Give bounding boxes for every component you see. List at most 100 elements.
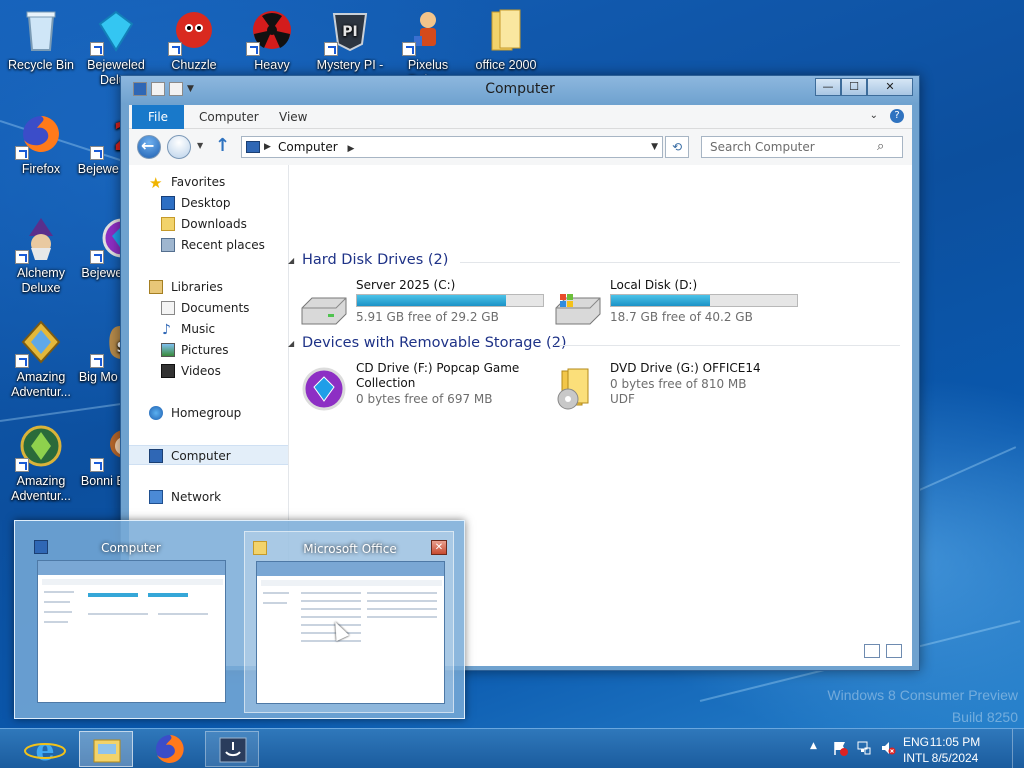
clock[interactable]: 11:05 PM 8/5/2024 xyxy=(920,734,990,766)
nav-downloads[interactable]: Downloads xyxy=(129,214,288,234)
tray-overflow-icon[interactable]: ▲ xyxy=(810,741,817,751)
close-button[interactable]: ✕ xyxy=(867,78,913,96)
volume-muted-icon[interactable] xyxy=(880,740,896,756)
nav-recent-places[interactable]: Recent places xyxy=(129,235,288,255)
ribbon-expand-icon[interactable]: ⌄ xyxy=(870,110,878,121)
group-header-removable[interactable]: Devices with Removable Storage (2) xyxy=(302,335,567,351)
group-collapse-icon[interactable]: ◢ xyxy=(288,339,294,348)
amazing-adventures-icon xyxy=(15,318,65,368)
large-icons-view-button[interactable] xyxy=(886,644,902,658)
videos-icon xyxy=(161,364,175,378)
amazing-adventures-2-icon xyxy=(15,422,65,472)
drive-g[interactable]: DVD Drive (G:) OFFICE14 0 bytes free of … xyxy=(554,361,804,421)
back-button[interactable] xyxy=(137,135,161,159)
taskbar: e ▲ ENG INTL 11:05 PM 8/5/2024 xyxy=(0,728,1024,768)
internet-explorer-icon: e xyxy=(24,733,66,768)
nav-network[interactable]: Network xyxy=(129,487,288,507)
drive-f[interactable]: CD Drive (F:) Popcap Game Collection 0 b… xyxy=(300,361,550,421)
drive-free-space: 5.91 GB free of 29.2 GB xyxy=(356,310,499,324)
address-bar[interactable]: ▶ Computer ▶ ▼ xyxy=(241,136,663,158)
desktop-icon-recycle-bin[interactable]: Recycle Bin xyxy=(0,0,82,92)
taskbar-file-explorer[interactable] xyxy=(79,731,133,767)
svg-text:PI: PI xyxy=(342,24,357,40)
thumbnail-close-button[interactable]: ✕ xyxy=(431,540,447,555)
taskbar-thumbnail-popup: Computer Microsoft Office ✕ xyxy=(14,520,465,719)
nav-desktop[interactable]: Desktop xyxy=(129,193,288,213)
nav-pictures[interactable]: Pictures xyxy=(129,340,288,360)
breadcrumb-computer[interactable]: Computer xyxy=(278,140,338,154)
build-watermark: Windows 8 Consumer Preview Build 8250 xyxy=(827,687,1018,725)
group-collapse-icon[interactable]: ◢ xyxy=(288,256,294,265)
desktop-icon-amazing-adventures[interactable]: Amazing Adventur... xyxy=(0,312,82,404)
search-icon: ⌕ xyxy=(877,139,885,154)
search-input[interactable]: Search Computer xyxy=(701,136,903,158)
nav-videos[interactable]: Videos xyxy=(129,361,288,381)
ribbon-tabs: File Computer View ⌄ ? xyxy=(129,105,912,129)
taskbar-firefox[interactable] xyxy=(143,731,197,767)
desktop-icon xyxy=(161,196,175,210)
drive-free-space: 18.7 GB free of 40.2 GB xyxy=(610,310,753,324)
libraries-icon xyxy=(149,280,163,294)
chuzzle-icon xyxy=(168,6,218,56)
heavy-weapon-icon xyxy=(246,6,296,56)
desktop-icon-amazing-adventures-2[interactable]: Amazing Adventur... xyxy=(0,416,82,508)
refresh-button[interactable]: ⟲ xyxy=(665,136,689,158)
up-arrow-icon[interactable]: ↑ xyxy=(215,135,230,156)
homegroup-icon xyxy=(149,406,163,420)
drive-filesystem: UDF xyxy=(610,392,635,406)
recent-pages-dropdown-icon[interactable]: ▼ xyxy=(197,141,203,150)
star-icon: ★ xyxy=(149,174,163,192)
window-preview xyxy=(256,561,445,704)
drive-name: DVD Drive (G:) OFFICE14 xyxy=(610,361,761,375)
breadcrumb-separator-icon[interactable]: ▶ xyxy=(264,137,271,157)
tab-view[interactable]: View xyxy=(279,105,307,129)
maximize-button[interactable]: ☐ xyxy=(841,78,867,96)
action-center-flag-icon[interactable] xyxy=(832,740,848,756)
pixelus-icon xyxy=(402,6,452,56)
desktop-icon-alchemy[interactable]: Alchemy Deluxe xyxy=(0,208,82,300)
nav-homegroup[interactable]: Homegroup xyxy=(129,403,288,423)
windows-drive-icon xyxy=(554,284,602,328)
refresh-icon: ⟲ xyxy=(671,140,683,154)
nav-libraries[interactable]: Libraries xyxy=(129,277,288,297)
help-icon[interactable]: ? xyxy=(890,109,904,123)
computer-icon xyxy=(149,449,163,463)
show-desktop-button[interactable] xyxy=(1012,729,1024,768)
recent-places-icon xyxy=(161,238,175,252)
network-tray-icon[interactable] xyxy=(856,740,872,756)
nav-music[interactable]: ♪ Music xyxy=(129,319,288,339)
title-bar[interactable]: ▼ Computer — ☐ ✕ xyxy=(121,76,919,104)
group-header-hard-disks[interactable]: Hard Disk Drives (2) xyxy=(302,252,448,268)
firefox-icon xyxy=(15,110,65,160)
tab-computer[interactable]: Computer xyxy=(199,105,259,129)
usage-bar xyxy=(610,294,798,307)
thumbnail-title: Microsoft Office xyxy=(303,542,397,556)
drive-c[interactable]: Server 2025 (C:) 5.91 GB free of 29.2 GB xyxy=(300,278,550,334)
drive-d[interactable]: Local Disk (D:) 18.7 GB free of 40.2 GB xyxy=(554,278,804,334)
drive-name: Local Disk (D:) xyxy=(610,278,698,292)
tab-file[interactable]: File xyxy=(132,105,184,129)
forward-button[interactable] xyxy=(167,135,191,159)
thumbnail-computer[interactable]: Computer xyxy=(26,531,236,713)
address-dropdown-icon[interactable]: ▼ xyxy=(651,137,658,157)
nav-documents[interactable]: Documents xyxy=(129,298,288,318)
downloads-icon xyxy=(161,217,175,231)
thumbnail-microsoft-office[interactable]: Microsoft Office ✕ xyxy=(244,531,454,713)
nav-favorites[interactable]: ★ Favorites xyxy=(129,172,288,192)
mystery-pi-icon: PI xyxy=(324,6,374,56)
cd-drive-icon xyxy=(300,367,348,411)
file-explorer-icon xyxy=(93,739,121,763)
minimize-button[interactable]: — xyxy=(815,78,841,96)
nav-computer[interactable]: Computer xyxy=(129,445,288,465)
address-bar-row: ▼ ↑ ▶ Computer ▶ ▼ ⟲ Search Computer ⌕ xyxy=(129,129,912,165)
drive-name: Server 2025 (C:) xyxy=(356,278,456,292)
taskbar-internet-explorer[interactable]: e xyxy=(18,731,72,768)
details-view-button[interactable] xyxy=(864,644,880,658)
usage-bar xyxy=(356,294,544,307)
taskbar-popcap-setup[interactable] xyxy=(205,731,259,767)
bejeweled-icon xyxy=(90,6,140,56)
folder-icon xyxy=(482,6,530,54)
breadcrumb-separator-icon[interactable]: ▶ xyxy=(347,144,354,154)
desktop-icon-firefox[interactable]: Firefox xyxy=(0,104,82,196)
pictures-icon xyxy=(161,343,175,357)
